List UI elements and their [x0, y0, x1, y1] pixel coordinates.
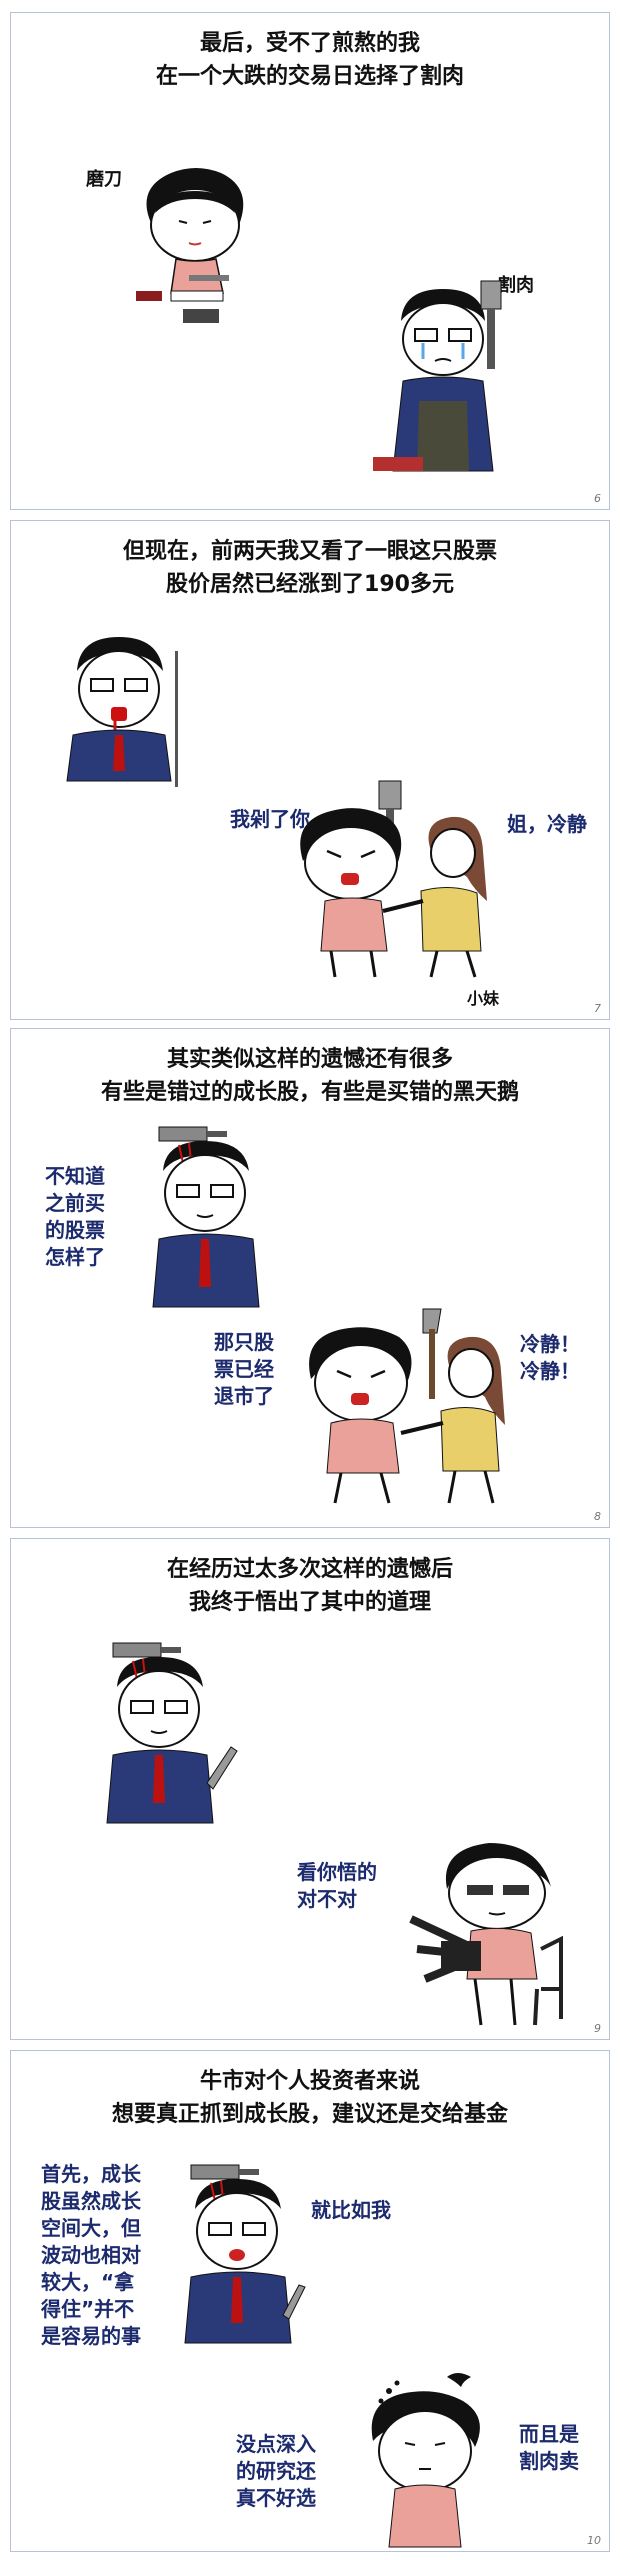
panel-title: 但现在，前两天我又看了一眼这只股票 股价居然已经涨到了190多元	[122, 539, 497, 597]
speech-cut-loss-sell: 而且是 割肉卖	[519, 2422, 579, 2473]
panel-title: 最后，受不了煎熬的我 在一个大跌的交易日选择了割肉	[155, 31, 464, 89]
page-number: 9	[594, 2022, 601, 2035]
comic-panel-7: 但现在，前两天我又看了一眼这只股票 股价居然已经涨到了190多元 我剁了你 姐，…	[10, 520, 610, 1020]
man-with-cleaver-and-knife-illustration	[106, 1642, 238, 1824]
comic-panel-6: 最后，受不了煎熬的我 在一个大跌的交易日选择了割肉 磨刀 割肉 6	[10, 12, 610, 510]
speech-girl: 那只股 票已经 退市了	[214, 1330, 274, 1408]
speech-girl-top: 就比如我	[311, 2198, 391, 2222]
comic-panel-10: 牛市对个人投资者来说 想要真正抓到成长股，建议还是交给基金 首先，成长 股虽然成…	[10, 2050, 610, 2552]
speech-sister: 冷静！ 冷静！	[520, 1332, 580, 1383]
page-number: 7	[594, 1002, 601, 1015]
girl-with-crow-illustration	[371, 2373, 480, 2548]
man-explaining-illustration	[184, 2164, 306, 2344]
label-sharpening: 磨刀	[86, 169, 122, 190]
speech-girl: 看你悟的 对不对	[297, 1860, 377, 1911]
girl-angry-with-cleaver-illustration	[300, 780, 487, 978]
speech-girl-bottom: 没点深入 的研究还 真不好选	[236, 2432, 316, 2510]
comic-panel-8: 其实类似这样的遗憾还有很多 有些是错过的成长股，有些是买错的黑天鹅 不知道 之前…	[10, 1028, 610, 1528]
speech-man: 不知道 之前买 的股票 怎样了	[45, 1164, 105, 1269]
panel-title: 其实类似这样的遗憾还有很多 有些是错过的成长股，有些是买错的黑天鹅	[100, 1047, 519, 1105]
page-number: 10	[587, 2534, 601, 2547]
label-sister: 小妹	[467, 989, 500, 1008]
comic-panel-9: 在经历过太多次这样的遗憾后 我终于悟出了其中的道理 看你悟的 对不对 9	[10, 1538, 610, 2040]
panel-title: 在经历过太多次这样的遗憾后 我终于悟出了其中的道理	[166, 1557, 453, 1615]
girl-with-gatling-gun-illustration	[409, 1843, 563, 2026]
man-with-cleaver-on-head-illustration	[152, 1126, 260, 1308]
page-number: 6	[594, 492, 601, 505]
girl-with-axe-illustration	[309, 1308, 505, 1504]
man-shocked-illustration	[66, 637, 178, 787]
speech-man: 首先，成长 股虽然成长 空间大，但 波动也相对 较大，“拿 得住”并不 是容易的…	[41, 2162, 141, 2348]
page-number: 8	[594, 1510, 601, 1523]
panel-title: 牛市对个人投资者来说 想要真正抓到成长股，建议还是交给基金	[111, 2069, 508, 2127]
girl-sharpening-knife-illustration	[136, 168, 244, 323]
man-crying-with-cleaver-illustration	[373, 280, 502, 472]
